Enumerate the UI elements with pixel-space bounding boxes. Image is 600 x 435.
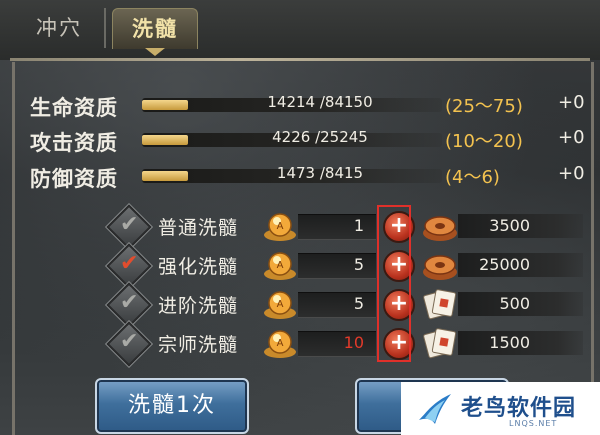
bird-logo-icon: [419, 394, 451, 424]
stat-bar-fill: [142, 171, 188, 181]
svg-text:A: A: [277, 299, 284, 310]
cost-value: 25000: [479, 255, 530, 274]
option-label: 进阶洗髓: [158, 295, 239, 317]
watermark: 老鸟软件园 LNQS.NET: [401, 382, 600, 435]
stat-range: (4～6): [445, 167, 500, 188]
option-row-normal: ✔ 普通洗髓 A 1 + 3500: [0, 204, 600, 250]
stat-row-attack: 攻击资质 4226 /25245 (10～20) +0: [30, 127, 600, 157]
tab-bar: 冲穴 洗髓: [0, 0, 600, 60]
stat-bar-fill: [142, 135, 188, 145]
tab-divider: [10, 58, 590, 61]
check-icon: ✔: [120, 329, 139, 354]
stat-bonus: +0: [558, 127, 585, 148]
marrow-orb-icon: A: [264, 330, 296, 358]
watermark-name: 老鸟软件园: [461, 396, 577, 421]
stat-bonus: +0: [558, 163, 585, 184]
cost-value: 3500: [489, 216, 530, 235]
cost-value: 500: [499, 294, 530, 313]
option-label: 普通洗髓: [158, 217, 239, 239]
svg-text:A: A: [277, 260, 284, 271]
stat-range: (10～20): [445, 131, 523, 152]
token-card-icon: [423, 328, 457, 359]
option-row-enhanced: ✔ 强化洗髓 A 5 + 25000: [0, 243, 600, 289]
marrow-orb-icon: A: [264, 291, 296, 319]
tab-marrow-wash[interactable]: 洗髓: [112, 8, 198, 49]
game-panel: 冲穴 洗髓 生命资质 14214 /84150 (25～75) +0 攻击资质 …: [0, 0, 600, 435]
quantity-value: 5: [353, 294, 364, 313]
stat-row-hp: 生命资质 14214 /84150 (25～75) +0: [30, 92, 600, 122]
check-icon: ✔: [120, 212, 139, 237]
stat-bar-fill: [142, 100, 188, 110]
check-icon: ✔: [120, 290, 139, 315]
marrow-orb-icon: A: [264, 252, 296, 280]
plus-buttons-highlight: [377, 205, 411, 362]
stat-label: 防御资质: [30, 167, 118, 191]
check-icon: ✔: [120, 251, 139, 276]
stat-label: 攻击资质: [30, 131, 118, 155]
stat-label: 生命资质: [30, 96, 118, 120]
svg-text:A: A: [277, 221, 284, 232]
option-row-advanced: ✔ 进阶洗髓 A 5 + 500: [0, 282, 600, 328]
option-label: 宗师洗髓: [158, 334, 239, 356]
stat-range: (25～75): [445, 96, 523, 117]
copper-coin-icon: [423, 216, 457, 241]
quantity-value: 5: [353, 255, 364, 274]
quantity-value: 1: [353, 216, 364, 235]
stat-bonus: +0: [558, 92, 585, 113]
stat-row-defense: 防御资质 1473 /8415 (4～6) +0: [30, 163, 600, 193]
stat-value: 1473 /8415: [276, 164, 364, 182]
svg-text:A: A: [277, 338, 284, 349]
copper-coin-icon: [423, 255, 457, 280]
active-tab-pointer-icon: [145, 48, 165, 56]
marrow-orb-icon: A: [264, 213, 296, 241]
option-row-master: ✔ 宗师洗髓 A 10 + 1500: [0, 321, 600, 367]
option-label: 强化洗髓: [158, 256, 239, 278]
stat-value: 14214 /84150: [267, 93, 373, 111]
watermark-sub: LNQS.NET: [509, 419, 558, 428]
tab-acupoint[interactable]: 冲穴: [14, 8, 106, 48]
token-card-icon: [423, 289, 457, 320]
cost-value: 1500: [489, 333, 530, 352]
stat-value: 4226 /25245: [272, 128, 368, 146]
wash-once-button[interactable]: 洗髓1次: [95, 378, 249, 434]
quantity-value: 10: [343, 333, 364, 352]
